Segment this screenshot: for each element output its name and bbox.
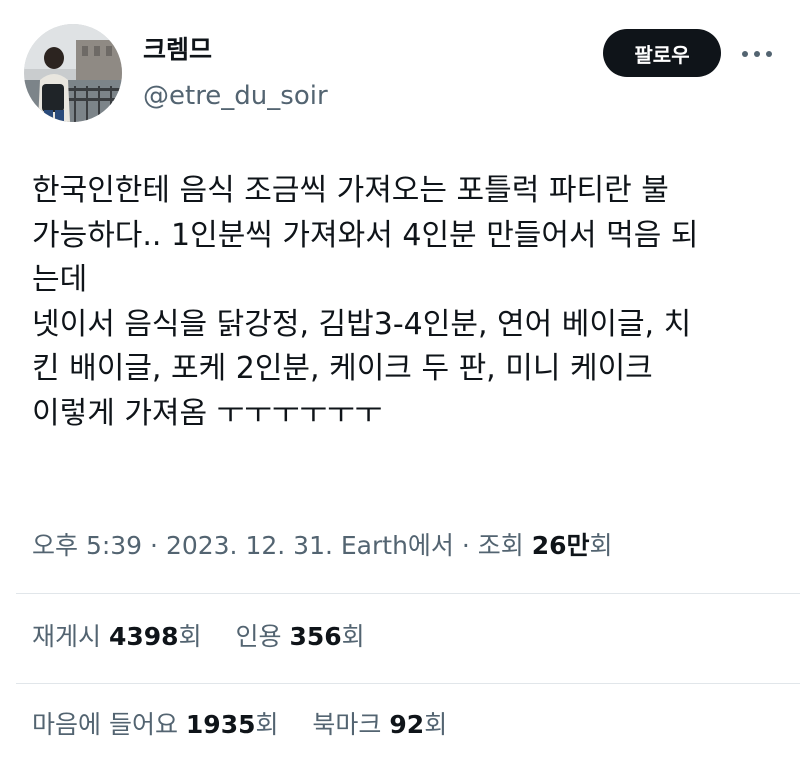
divider	[16, 593, 800, 594]
tweet-line: 는데	[32, 262, 88, 298]
tweet-source: Earth에서	[340, 531, 454, 560]
bookmarks-unit: 회	[424, 710, 448, 739]
retweets-unit: 회	[178, 622, 202, 651]
quotes-stat[interactable]: 인용 356회	[235, 622, 364, 651]
quotes-label: 인용	[235, 622, 282, 651]
quotes-count: 356	[289, 622, 342, 651]
retweets-label: 재게시	[32, 622, 102, 651]
views-label: 조회	[477, 531, 524, 560]
tweet-time[interactable]: 오후 5:39	[32, 531, 142, 560]
likes-unit: 회	[255, 710, 279, 739]
bookmarks-stat[interactable]: 북마크 92회	[312, 710, 447, 739]
likes-count: 1935	[185, 710, 256, 739]
tweet-line: 이렇게 가져옴 ㅜㅜㅜㅜㅜㅜ	[32, 395, 383, 431]
engagement-row: 마음에 들어요 1935회 북마크 92회	[32, 703, 447, 747]
avatar-photo	[24, 24, 122, 122]
meta-separator: ·	[453, 531, 478, 560]
bookmarks-label: 북마크	[312, 710, 382, 739]
more-button[interactable]	[737, 34, 777, 74]
tweet-line: 가능하다.. 1인분씩 가져와서 4인분 만들어서 먹음 되	[32, 217, 699, 253]
follow-button[interactable]: 팔로우	[603, 29, 721, 77]
views-count: 26만	[531, 531, 590, 560]
tweet-meta: 오후 5:39 · 2023. 12. 31. Earth에서 · 조회 26만…	[32, 524, 613, 568]
likes-stat[interactable]: 마음에 들어요 1935회	[32, 710, 286, 739]
tweet-line: 넷이서 음식을 닭강정, 김밥3-4인분, 연어 베이글, 치	[32, 306, 692, 342]
retweets-count: 4398	[108, 622, 179, 651]
display-name[interactable]: 크렘므	[143, 30, 212, 70]
meta-separator: ·	[142, 531, 166, 560]
bookmarks-count: 92	[389, 710, 425, 739]
divider	[16, 683, 800, 684]
more-horizontal-icon	[742, 51, 772, 57]
likes-label: 마음에 들어요	[32, 710, 178, 739]
user-handle[interactable]: @etre_du_soir	[143, 77, 328, 115]
retweets-stat[interactable]: 재게시 4398회	[32, 622, 210, 651]
tweet-date[interactable]: 2023. 12. 31.	[166, 531, 333, 560]
avatar[interactable]	[24, 24, 122, 122]
tweet-line: 킨 배이글, 포케 2인분, 케이크 두 판, 미니 케이크	[32, 351, 653, 387]
engagement-row: 재게시 4398회 인용 356회	[32, 615, 365, 659]
tweet-line: 한국인한테 음식 조금씩 가져오는 포틀럭 파티란 불	[32, 173, 669, 208]
views-unit: 회	[589, 531, 613, 560]
tweet-text: 한국인한테 음식 조금씩 가져오는 포틀럭 파티란 불 가능하다.. 1인분씩 …	[32, 169, 782, 437]
quotes-unit: 회	[341, 622, 365, 651]
